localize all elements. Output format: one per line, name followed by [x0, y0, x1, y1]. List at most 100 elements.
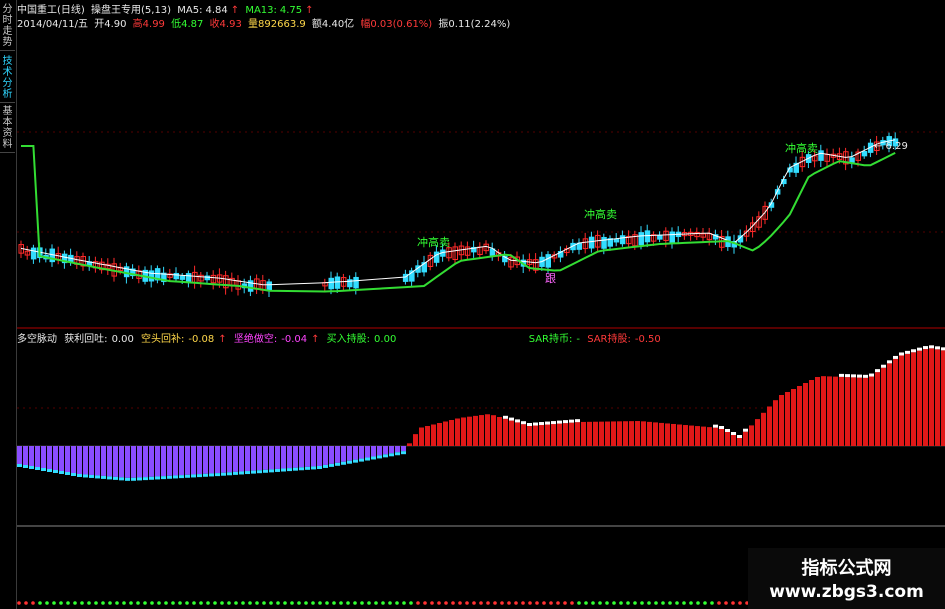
oscillator-bar-cap	[575, 419, 580, 423]
oscillator-bar	[671, 423, 676, 446]
oscillator-bar-cap	[137, 477, 142, 481]
oscillator-bar	[317, 446, 322, 466]
oscillator-bar-cap	[893, 355, 898, 359]
oscillator-bar	[83, 446, 88, 475]
oscillator-bar	[779, 395, 784, 446]
signal-dot	[87, 601, 91, 605]
candle-body	[266, 281, 272, 291]
oscillator-bar	[635, 421, 640, 446]
oscillator-bar	[347, 446, 352, 461]
signal-dot	[171, 601, 175, 605]
oscillator-bar	[191, 446, 196, 475]
oscillator-bar-cap	[731, 432, 736, 435]
signal-dot	[388, 601, 392, 605]
oscillator-bar	[425, 426, 430, 446]
oscillator-bar-cap	[173, 475, 178, 479]
oscillator-bar-cap	[719, 426, 724, 429]
signal-dot	[451, 601, 455, 605]
oscillator-bar	[377, 446, 382, 456]
oscillator-bar	[629, 421, 634, 446]
oscillator-bar	[131, 446, 136, 478]
oscillator-bar-cap	[29, 466, 34, 469]
signal-dot	[192, 601, 196, 605]
oscillator-bar-cap	[23, 465, 28, 468]
candle-body	[433, 251, 440, 263]
tab-technical[interactable]: 技术分析	[0, 54, 15, 103]
oscillator-bar-cap	[863, 374, 868, 378]
oscillator-bar	[935, 349, 940, 446]
oscillator-bar	[251, 446, 256, 471]
signal-dot	[80, 601, 84, 605]
oscillator-bar	[761, 412, 766, 446]
signal-dot	[143, 601, 147, 605]
oscillator-bar-cap	[539, 422, 544, 426]
oscillator-bar-cap	[35, 467, 40, 470]
signal-dot	[542, 601, 546, 605]
oscillator-bar	[509, 420, 514, 446]
oscillator-bar-cap	[737, 435, 742, 438]
oscillator-bar	[815, 377, 820, 446]
oscillator-bar-cap	[533, 422, 538, 426]
oscillator-bar	[305, 446, 310, 467]
oscillator-bar	[773, 400, 778, 446]
oscillator-bar	[791, 389, 796, 446]
oscillator-bar-cap	[389, 453, 394, 457]
signal-dot	[661, 601, 665, 605]
oscillator-bar-cap	[65, 472, 70, 475]
tab-intraday[interactable]: 分时走势	[0, 2, 15, 51]
signal-dot	[101, 601, 105, 605]
oscillator-bar	[221, 446, 226, 473]
oscillator-bar	[857, 377, 862, 446]
candle-body	[353, 276, 359, 289]
oscillator-bar-cap	[257, 470, 262, 474]
oscillator-bar-cap	[305, 466, 310, 470]
watermark-url: www.zbgs3.com	[769, 582, 924, 602]
max-price-label: ← 6.29	[874, 141, 908, 152]
signal-dot	[500, 601, 504, 605]
signal-dot	[696, 601, 700, 605]
oscillator-bar	[797, 386, 802, 446]
signal-dot	[521, 601, 525, 605]
tab-fundamentals[interactable]: 基本资料	[0, 104, 15, 153]
chart-area[interactable]: 冲高卖冲高卖冲高卖跟← 6.29	[17, 0, 945, 609]
oscillator-bar	[179, 446, 184, 476]
oscillator-bar-cap	[857, 374, 862, 378]
oscillator-bar-cap	[899, 352, 904, 356]
oscillator-bar	[917, 350, 922, 446]
oscillator-bar-cap	[215, 473, 220, 477]
oscillator-bar	[35, 446, 40, 467]
oscillator-bar-cap	[311, 466, 316, 470]
candle-body	[818, 150, 824, 161]
oscillator-bar	[803, 383, 808, 446]
signal-dot	[262, 601, 266, 605]
oscillator-bar-cap	[101, 475, 106, 479]
candle-body	[849, 157, 855, 163]
oscillator-bar-cap	[251, 470, 256, 474]
oscillator-bar	[407, 443, 412, 446]
oscillator-bar	[899, 355, 904, 446]
oscillator-bar	[851, 377, 856, 446]
oscillator-bar	[431, 424, 436, 446]
oscillator-bar-cap	[125, 477, 130, 481]
oscillator-bar	[473, 415, 478, 446]
oscillator-bar	[299, 446, 304, 468]
signal-dot	[283, 601, 287, 605]
ma13-line	[21, 145, 896, 293]
signal-dot	[689, 601, 693, 605]
oscillator-bar	[563, 423, 568, 446]
signal-dot	[108, 601, 112, 605]
signal-dot	[619, 601, 623, 605]
signal-dot	[297, 601, 301, 605]
oscillator-bar	[707, 427, 712, 446]
signal-dot	[353, 601, 357, 605]
oscillator-bar	[689, 425, 694, 446]
oscillator-bar-cap	[713, 424, 718, 428]
signal-dot	[486, 601, 490, 605]
oscillator-bar	[713, 427, 718, 446]
oscillator-bar-cap	[941, 347, 945, 351]
oscillator-bar	[203, 446, 208, 474]
oscillator-bar	[125, 446, 130, 478]
oscillator-bar	[281, 446, 286, 469]
oscillator-bar-cap	[209, 473, 214, 477]
signal-dot	[367, 601, 371, 605]
